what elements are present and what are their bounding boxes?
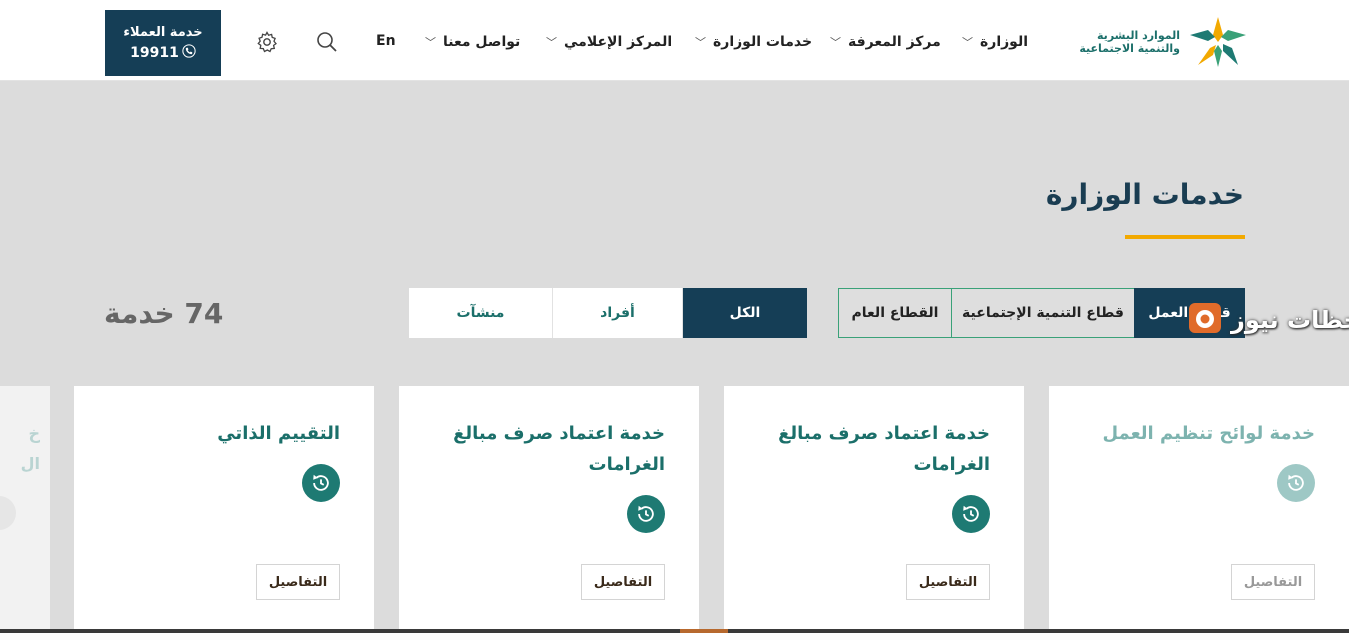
nav-item-ministry-services[interactable]: خدمات الوزارة ﹀ (695, 30, 812, 54)
ministry-logo[interactable]: الموارد البشرية والتنمية الاجتماعية (1078, 14, 1248, 70)
page-title: خدمات الوزارة (1045, 178, 1244, 211)
nav-item-label: الوزارة (980, 34, 1029, 50)
site-header: الموارد البشرية والتنمية الاجتماعية الوز… (0, 0, 1349, 81)
gear-icon[interactable] (255, 30, 279, 54)
tab-individuals[interactable]: أفراد (552, 288, 682, 338)
watermark-text: لحظات نيوز (1231, 306, 1349, 334)
customer-service-number: 19911 (130, 43, 196, 62)
bottom-bar (0, 629, 1349, 633)
clock-history-icon[interactable] (1277, 464, 1315, 502)
tab-establishments[interactable]: منشآت (409, 288, 552, 338)
nav-item-knowledge-center[interactable]: مركز المعرفة ﹀ (830, 30, 941, 54)
details-button[interactable]: التفاصيل (906, 564, 990, 600)
nav-item-label: خدمات الوزارة (713, 34, 813, 50)
details-button[interactable]: التفاصيل (581, 564, 665, 600)
service-card: خدمة اعتماد صرف مبالغ الغرامات التفاصيل (399, 386, 699, 633)
service-card-title[interactable]: خدمة لوائح تنظيم العمل (1075, 418, 1315, 449)
tab-social-development-sector[interactable]: قطاع التنمية الإجتماعية (951, 288, 1134, 338)
nav-item-label: مركز المعرفة (848, 34, 941, 50)
search-icon[interactable] (315, 30, 339, 54)
logo-line-2: والتنمية الاجتماعية (1079, 42, 1180, 55)
service-card-title[interactable]: خدمة اعتماد صرف مبالغ الغرامات (425, 418, 665, 480)
audience-tabs: الكل أفراد منشآت (409, 288, 807, 338)
service-card: خدمة لوائح تنظيم العمل التفاصيل (1049, 386, 1349, 633)
chevron-down-icon: ﹀ (425, 36, 436, 49)
title-underline (1125, 235, 1245, 239)
nav-item-media-center[interactable]: المركز الإعلامي ﹀ (546, 30, 672, 54)
partial-service-card: خ ال (0, 386, 50, 633)
chevron-down-icon: ﹀ (962, 36, 973, 49)
language-switch[interactable]: En (376, 33, 396, 49)
clock-history-icon[interactable] (627, 495, 665, 533)
customer-service-button[interactable]: خدمة العملاء 19911 (105, 10, 221, 76)
chevron-down-icon: ﹀ (830, 36, 841, 49)
logo-text: الموارد البشرية والتنمية الاجتماعية (1079, 29, 1180, 55)
clock-history-icon[interactable] (952, 495, 990, 533)
partial-card-text: خ (28, 424, 40, 443)
nav-item-label: المركز الإعلامي (564, 34, 673, 50)
nav-item-ministry[interactable]: الوزارة ﹀ (962, 30, 1028, 54)
details-button[interactable]: التفاصيل (1231, 564, 1315, 600)
logo-line-1: الموارد البشرية (1097, 29, 1180, 42)
service-card-title[interactable]: التقييم الذاتي (100, 418, 340, 449)
watermark-logo-icon (1185, 299, 1225, 341)
customer-service-label: خدمة العملاء (123, 24, 203, 40)
tab-all[interactable]: الكل (682, 288, 807, 338)
service-card: خدمة اعتماد صرف مبالغ الغرامات التفاصيل (724, 386, 1024, 633)
sector-tabs: قطاع العمل قطاع التنمية الإجتماعية القطا… (838, 288, 1245, 338)
watermark: لحظات نيوز (1185, 299, 1349, 341)
bottom-bar-segment (680, 629, 728, 633)
nav-item-contact-us[interactable]: تواصل معنا ﹀ (425, 30, 520, 54)
details-button[interactable]: التفاصيل (256, 564, 340, 600)
tab-public-sector[interactable]: القطاع العام (838, 288, 951, 338)
chevron-down-icon: ﹀ (546, 36, 557, 49)
customer-service-number-text: 19911 (130, 44, 179, 61)
carousel-prev-button[interactable] (0, 496, 16, 530)
service-card: التقييم الذاتي التفاصيل (74, 386, 374, 633)
service-count: 74 خدمة (104, 297, 224, 330)
service-card-title[interactable]: خدمة اعتماد صرف مبالغ الغرامات (750, 418, 990, 480)
partial-card-text: ال (20, 454, 40, 473)
logo-star-icon (1188, 15, 1248, 69)
nav-item-label: تواصل معنا (443, 34, 521, 50)
chevron-down-icon: ﹀ (695, 36, 706, 49)
clock-history-icon[interactable] (302, 464, 340, 502)
phone-icon (182, 43, 196, 62)
